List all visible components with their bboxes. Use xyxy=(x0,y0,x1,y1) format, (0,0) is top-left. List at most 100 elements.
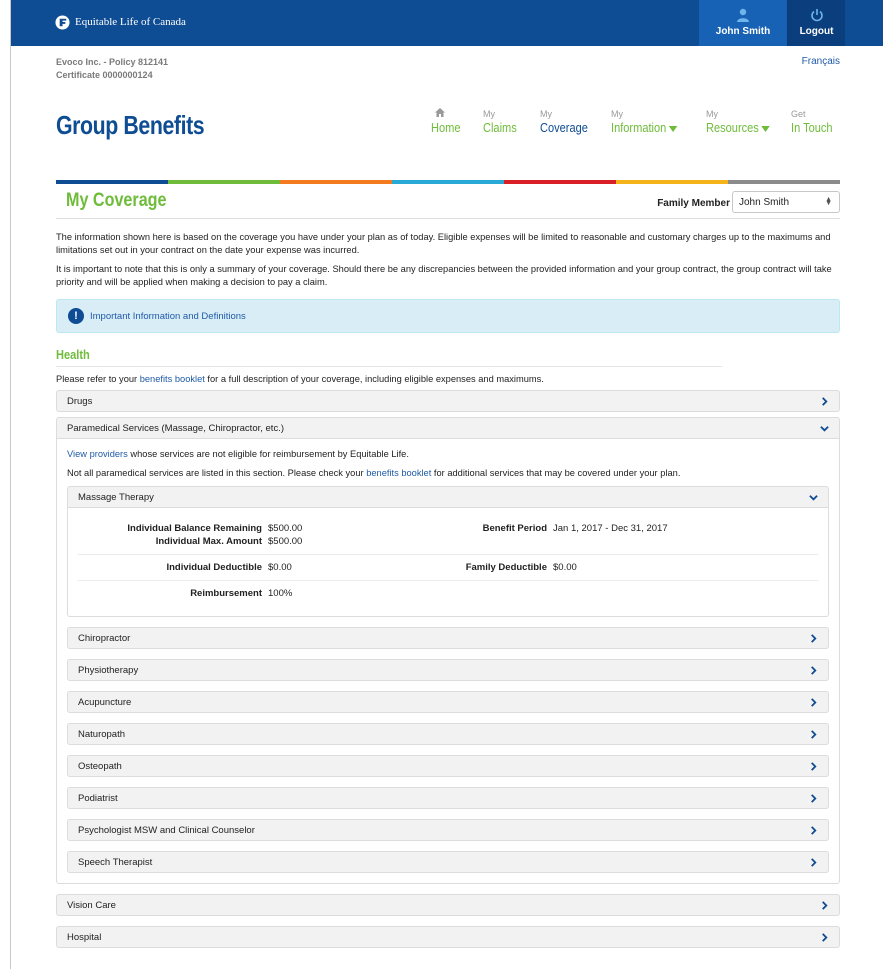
accordion-physiotherapy[interactable]: Physiotherapy xyxy=(67,659,829,681)
nav-my-claims[interactable]: My Claims xyxy=(483,108,523,136)
user-name: John Smith xyxy=(715,26,771,37)
nav-my-claims-label: Claims xyxy=(483,120,517,135)
browser-viewport: Equitable Life of Canada John Smith Logo… xyxy=(10,0,883,969)
service-label: Osteopath xyxy=(78,760,122,772)
chevron-down-icon xyxy=(820,425,829,432)
benefits-booklet-link[interactable]: benefits booklet xyxy=(140,374,205,384)
accordion-acupuncture[interactable]: Acupuncture xyxy=(67,691,829,713)
chevron-right-icon xyxy=(822,900,828,910)
service-label: Naturopath xyxy=(78,728,126,740)
health-section-title: Health xyxy=(56,347,723,367)
accordion-drugs-label: Drugs xyxy=(67,395,93,407)
accordion-psychologist[interactable]: Psychologist MSW and Clinical Counselor xyxy=(67,819,829,841)
important-info-alert[interactable]: ! Important Information and Definitions xyxy=(56,299,840,333)
accordion-paramedical[interactable]: Paramedical Services (Massage, Chiroprac… xyxy=(56,417,840,439)
max-label: Individual Max. Amount xyxy=(155,536,262,547)
chevron-right-icon xyxy=(811,729,817,739)
intro-paragraph: The information shown here is based on t… xyxy=(56,232,831,255)
top-bar: Equitable Life of Canada John Smith Logo… xyxy=(11,0,883,46)
reimbursement-value: 100% xyxy=(268,588,293,599)
view-providers-link[interactable]: View providers xyxy=(67,449,128,459)
detail-row-balance: Individual Balance Remaining $500.00 Indi… xyxy=(78,516,818,555)
important-info-link[interactable]: Important Information and Definitions xyxy=(90,311,246,322)
power-icon xyxy=(810,9,823,22)
accordion-osteopath[interactable]: Osteopath xyxy=(67,755,829,777)
nav-my-resources-top: My xyxy=(706,109,718,119)
service-label: Psychologist MSW and Clinical Counselor xyxy=(78,824,255,836)
nav-my-information-text: Information xyxy=(611,120,667,135)
site-title[interactable]: Group Benefits xyxy=(56,110,205,141)
language-toggle-link[interactable]: Français xyxy=(802,56,840,67)
hospital-label: Hospital xyxy=(67,931,102,943)
nav-my-resources[interactable]: My Resources xyxy=(706,108,781,136)
equitable-logo-icon xyxy=(55,14,70,30)
company-logo[interactable]: Equitable Life of Canada xyxy=(55,12,186,32)
disclaimer-paragraph: It is important to note that this is onl… xyxy=(56,264,832,287)
service-label: Physiotherapy xyxy=(78,664,139,676)
chevron-right-icon xyxy=(811,697,817,707)
nav-my-information-label: Information xyxy=(611,120,678,136)
not-all-post: for additional services that may be cove… xyxy=(431,468,681,478)
nav-get-in-touch-top: Get xyxy=(791,109,806,119)
caret-down-icon xyxy=(761,125,770,132)
service-label: Speech Therapist xyxy=(78,856,153,868)
family-member-label: Family Member xyxy=(657,198,730,209)
benefit-period: Benefit Period Jan 1, 2017 - Dec 31, 2017 xyxy=(448,522,818,535)
period-label: Benefit Period xyxy=(482,523,547,534)
logout-button[interactable]: Logout xyxy=(787,0,845,46)
view-providers-post: whose services are not eligible for reim… xyxy=(127,449,409,459)
service-label: Chiropractor xyxy=(78,632,131,644)
nav-get-in-touch[interactable]: Get In Touch xyxy=(791,108,840,136)
accordion-speech-therapist[interactable]: Speech Therapist xyxy=(67,851,829,873)
massage-therapy-label: Massage Therapy xyxy=(78,491,154,503)
chevron-right-icon xyxy=(811,825,817,835)
ind-deductible-value: $0.00 xyxy=(268,562,292,573)
nav-my-information[interactable]: My Information xyxy=(611,108,689,136)
accordion-hospital[interactable]: Hospital xyxy=(56,926,840,948)
nav-my-coverage[interactable]: My Coverage xyxy=(540,108,596,136)
chevron-right-icon xyxy=(811,665,817,675)
policy-info: Evoco Inc. - Policy 812141 Certificate 0… xyxy=(56,56,168,82)
fam-deductible-label: Family Deductible xyxy=(465,562,547,573)
certificate-line: Certificate 0000000124 xyxy=(56,70,153,80)
detail-col-left: Individual Deductible $0.00 xyxy=(78,561,448,574)
home-icon xyxy=(435,108,445,117)
nav-get-in-touch-label: In Touch xyxy=(791,120,833,135)
accordion-paramedical-label: Paramedical Services (Massage, Chiroprac… xyxy=(67,422,284,434)
not-all-pre: Not all paramedical services are listed … xyxy=(67,468,367,478)
family-member-select[interactable]: John Smith ▲ ▼ xyxy=(732,191,840,213)
chevron-right-icon xyxy=(822,396,828,406)
benefits-booklet-link-2[interactable]: benefits booklet xyxy=(366,468,431,478)
nav-home[interactable]: Home xyxy=(431,108,466,136)
balance-value: $500.00 xyxy=(268,523,303,534)
detail-row-deductible: Individual Deductible $0.00 Family Deduct… xyxy=(78,555,818,581)
select-arrows-icon: ▲ ▼ xyxy=(825,196,832,207)
health-refer-text: Please refer to your benefits booklet fo… xyxy=(56,373,840,386)
page-title: My Coverage xyxy=(66,190,167,211)
caret-down-icon xyxy=(668,125,678,132)
chevron-down-icon xyxy=(809,494,818,501)
main-content: My Coverage Family Member John Smith ▲ ▼ … xyxy=(56,184,840,948)
balance-remaining: Individual Balance Remaining $500.00 xyxy=(78,522,448,535)
reimbursement: Reimbursement 100% xyxy=(78,587,448,600)
reimbursement-label: Reimbursement xyxy=(190,588,262,599)
accordion-naturopath[interactable]: Naturopath xyxy=(67,723,829,745)
accordion-podiatrist[interactable]: Podiatrist xyxy=(67,787,829,809)
service-label: Acupuncture xyxy=(78,696,132,708)
accordion-chiropractor[interactable]: Chiropractor xyxy=(67,627,829,649)
main-nav: Home My Claims My Coverage My Informatio… xyxy=(431,108,843,148)
page-header: My Coverage Family Member John Smith ▲ ▼ xyxy=(56,184,840,219)
family-deductible: Family Deductible $0.00 xyxy=(448,561,818,574)
accordion-drugs[interactable]: Drugs xyxy=(56,390,840,412)
ind-deductible-label: Individual Deductible xyxy=(166,562,262,573)
user-icon xyxy=(737,8,749,22)
user-menu[interactable]: John Smith xyxy=(699,0,787,46)
nav-home-label: Home xyxy=(431,120,461,135)
logo-text: Equitable Life of Canada xyxy=(75,16,186,28)
nav-my-coverage-label: Coverage xyxy=(540,120,588,135)
accordion-vision-care[interactable]: Vision Care xyxy=(56,894,840,916)
chevron-right-icon xyxy=(811,761,817,771)
detail-col-right: Benefit Period Jan 1, 2017 - Dec 31, 2017 xyxy=(448,522,818,548)
accordion-massage-therapy[interactable]: Massage Therapy xyxy=(67,486,829,508)
exclamation-icon: ! xyxy=(68,308,84,324)
